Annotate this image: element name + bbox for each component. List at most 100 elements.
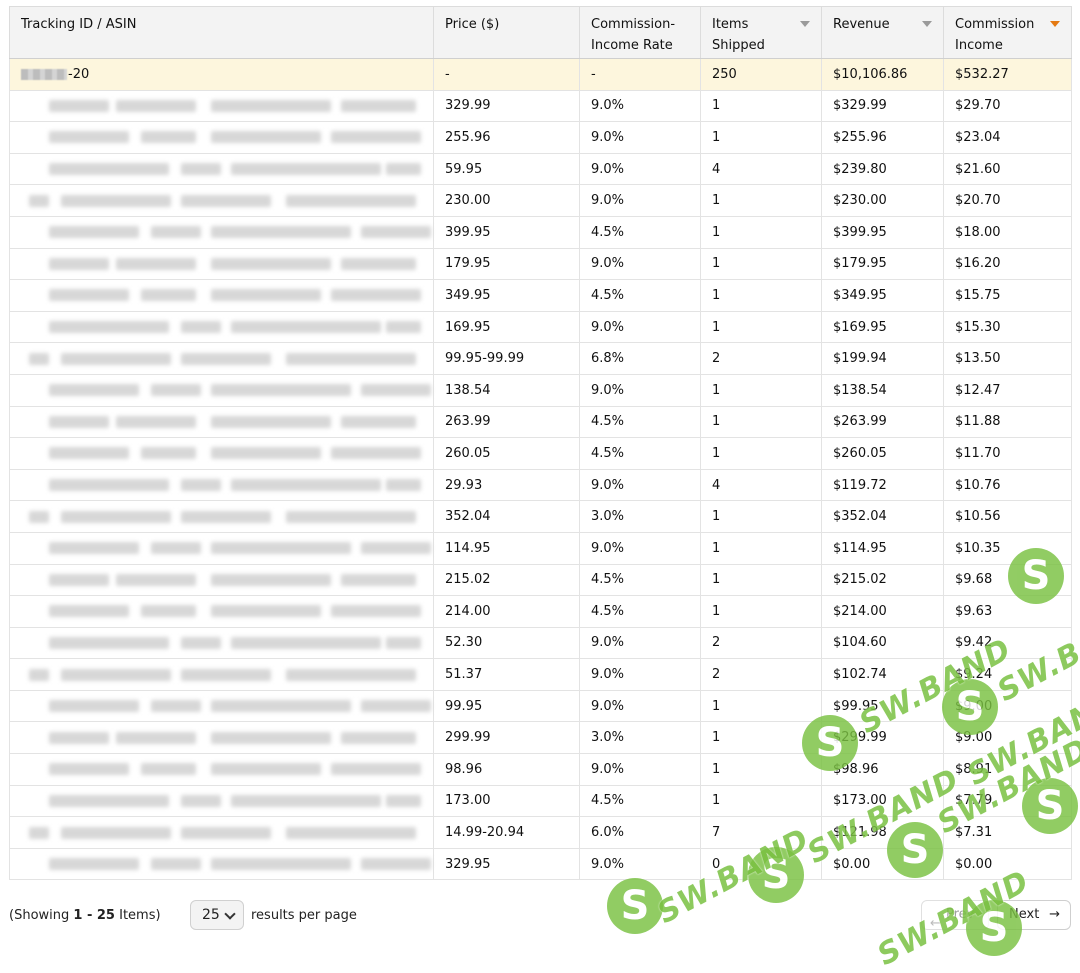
revenue-cell: $173.00 [821,784,944,818]
revenue-cell: $119.72 [821,468,944,502]
tracking-id-cell [9,816,434,849]
price-cell: 260.05 [433,437,580,470]
revenue-cell: $102.74 [821,658,944,691]
items-cell: 1 [700,247,822,281]
tracking-id-cell [9,89,434,123]
price-cell: 51.37 [433,658,580,691]
column-header-tracking-id[interactable]: Tracking ID / ASIN [9,6,434,59]
revenue-cell: $260.05 [821,437,944,470]
commission-cell: $9.68 [943,563,1072,597]
rate-cell: 9.0% [579,247,701,281]
column-header-commission-income[interactable]: Commission Income [943,6,1072,59]
column-header-label: Price ($) [445,17,500,32]
rate-cell: 4.5% [579,215,701,249]
redacted-asin-title [21,252,422,276]
commission-cell: $9.63 [943,595,1072,628]
revenue-cell: $329.99 [821,89,944,123]
tracking-id-cell [9,784,434,818]
redacted-asin-title [21,157,422,181]
tracking-id-cell [9,373,434,407]
column-header-label: Income [955,38,1003,53]
column-header-price[interactable]: Price ($) [433,6,580,59]
price-cell: 114.95 [433,531,580,565]
table-header-row: Tracking ID / ASIN Price ($) Commission-… [9,6,1072,59]
redacted-asin-title [21,283,422,307]
table-row: 59.95 9.0% 4 $239.80 $21.60 [9,152,1072,186]
column-header-label: Commission [955,17,1035,32]
commission-cell: $10.56 [943,500,1072,533]
prev-label: Prev [946,907,975,922]
items-cell: 1 [700,405,822,439]
price-cell: 173.00 [433,784,580,818]
commission-cell: $9.00 [943,721,1072,755]
table-row: 52.30 9.0% 2 $104.60 $9.42 [9,626,1072,660]
price-cell: 99.95-99.99 [433,342,580,375]
items-cell: 2 [700,658,822,691]
redacted-asin-title [21,599,422,623]
column-header-label: Shipped [712,38,765,53]
column-header-commission-rate[interactable]: Commission- Income Rate [579,6,701,59]
revenue-cell: $121.98 [821,816,944,849]
next-page-button[interactable]: Next → [997,900,1071,930]
rate-cell: 9.0% [579,531,701,565]
tracking-id-cell [9,468,434,502]
tracking-id-cell [9,626,434,660]
table-row: 179.95 9.0% 1 $179.95 $16.20 [9,247,1072,281]
items-cell: 1 [700,784,822,818]
commission-cell: $11.88 [943,405,1072,439]
items-cell: 1 [700,121,822,154]
tracking-id-cell [9,658,434,691]
showing-suffix: Items) [114,908,161,923]
commission-cell: $8.91 [943,753,1072,786]
commission-cell: $29.70 [943,89,1072,123]
items-cell: 1 [700,500,822,533]
commission-cell: $11.70 [943,437,1072,470]
table-row: 138.54 9.0% 1 $138.54 $12.47 [9,373,1072,407]
revenue-cell: $0.00 [821,847,944,881]
rate-cell: 9.0% [579,847,701,881]
redacted-asin-title [21,821,422,845]
results-per-page-select[interactable]: 25 [190,900,244,930]
items-cell: 1 [700,215,822,249]
commission-cell: $0.00 [943,847,1072,881]
column-header-label: Tracking ID / ASIN [21,17,137,32]
commission-cell: $7.79 [943,784,1072,818]
rate-cell: 4.5% [579,405,701,439]
showing-items-text: (Showing 1 - 25 Items) [9,908,161,923]
table-row: 29.93 9.0% 4 $119.72 $10.76 [9,468,1072,502]
sort-active-arrow-icon[interactable] [1050,21,1060,27]
table-row: 399.95 4.5% 1 $399.95 $18.00 [9,215,1072,249]
table-row: 349.95 4.5% 1 $349.95 $15.75 [9,279,1072,312]
revenue-cell: $215.02 [821,563,944,597]
column-header-revenue[interactable]: Revenue [821,6,944,59]
table-row: 98.96 9.0% 1 $98.96 $8.91 [9,753,1072,786]
tracking-id-cell [9,753,434,786]
tracking-id-cell [9,847,434,881]
redacted-asin-title [21,726,422,750]
items-cell: 0 [700,847,822,881]
commission-cell: $23.04 [943,121,1072,154]
rate-cell: 9.0% [579,152,701,186]
tracking-id-cell [9,121,434,154]
tracking-id-cell [9,310,434,344]
tracking-id-cell [9,437,434,470]
items-cell: 1 [700,595,822,628]
chevron-down-icon [224,908,236,920]
revenue-cell: $99.95 [821,689,944,723]
commission-cell: $20.70 [943,184,1072,217]
items-cell: 1 [700,721,822,755]
column-header-items-shipped[interactable]: Items Shipped [700,6,822,59]
sort-arrow-icon[interactable] [800,21,810,27]
redacted-asin-title [21,852,431,876]
rate-cell: - [579,58,701,91]
sort-arrow-icon[interactable] [922,21,932,27]
revenue-cell: $263.99 [821,405,944,439]
price-cell: 352.04 [433,500,580,533]
prev-page-button[interactable]: ← Prev [921,900,989,931]
commission-cell: $9.42 [943,626,1072,660]
price-cell: 179.95 [433,247,580,281]
revenue-cell: $98.96 [821,753,944,786]
price-cell: 52.30 [433,626,580,660]
rate-cell: 9.0% [579,89,701,123]
commission-cell: $9.00 [943,689,1072,723]
